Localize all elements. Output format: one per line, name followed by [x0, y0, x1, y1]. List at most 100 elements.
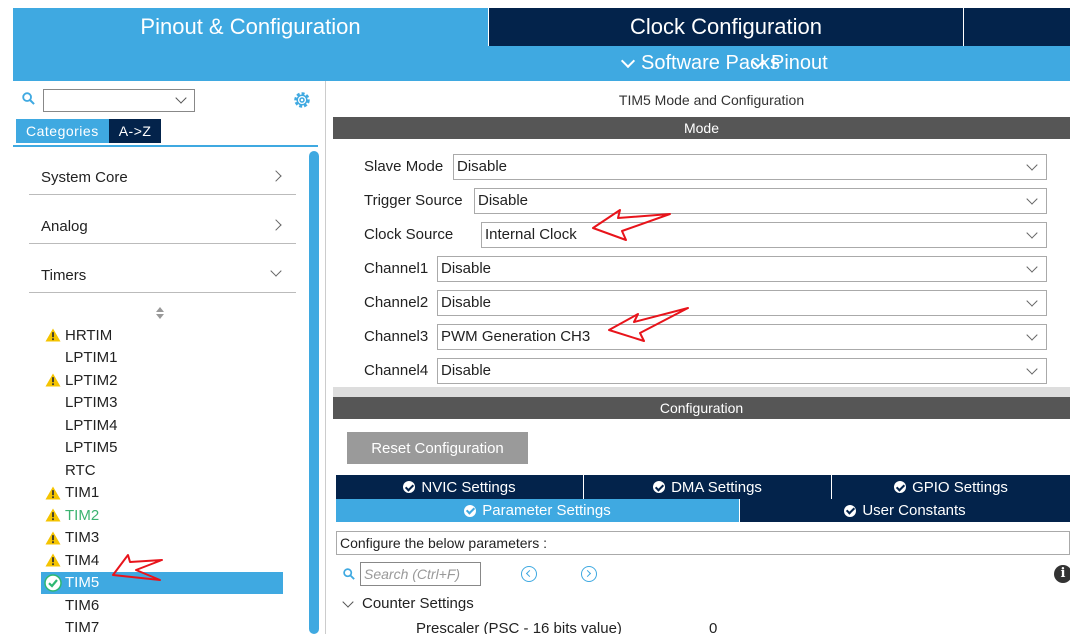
prescaler-value[interactable]: 0 [709, 620, 717, 634]
parameter-search-input[interactable]: Search (Ctrl+F) [360, 562, 481, 586]
counter-settings-group[interactable]: Counter Settings [341, 595, 474, 612]
right-panel: TIM5 Mode and Configuration Mode Slave M… [333, 81, 1070, 634]
channel4-select[interactable]: Disable [437, 358, 1047, 384]
pinout-menu[interactable]: Pinout [750, 52, 828, 75]
chevron-down-icon [270, 265, 282, 277]
scrollbar[interactable] [309, 151, 319, 634]
timer-item-lptim3[interactable]: LPTIM3 [41, 392, 283, 415]
clock-source-select[interactable]: Internal Clock [481, 222, 1047, 248]
search-combo[interactable] [43, 89, 195, 112]
tabs-row-2: Parameter Settings User Constants [336, 499, 1070, 522]
tab-extra[interactable] [963, 8, 1070, 46]
timer-item-lptim1[interactable]: LPTIM1 [41, 347, 283, 370]
timer-list: HRTIM LPTIM1 LPTIM2 LPTIM3 LPTIM4 LPTIM5 RTC TI… [41, 324, 283, 634]
warning-icon [41, 369, 65, 391]
warning-icon [41, 504, 65, 526]
chevron-down-icon [1026, 159, 1038, 171]
tab-a-z[interactable]: A->Z [108, 119, 162, 143]
timer-name: TIM7 [65, 619, 100, 634]
chevron-down-icon [1026, 261, 1038, 273]
blank-icon [41, 437, 65, 459]
category-timers[interactable]: Timers [29, 245, 296, 293]
parameter-search-row: Search (Ctrl+F) i [341, 561, 1070, 589]
tab-nvic-settings[interactable]: NVIC Settings [336, 475, 584, 499]
previous-result-icon[interactable] [521, 566, 537, 582]
slave-mode-select[interactable]: Disable [453, 154, 1047, 180]
search-row [13, 87, 326, 113]
chevron-down-icon [1026, 363, 1038, 375]
timer-item-tim2[interactable]: TIM2 [41, 504, 283, 527]
chevron-down-icon [620, 53, 636, 68]
timer-name: TIM4 [65, 551, 100, 569]
tab-user-constants[interactable]: User Constants [740, 499, 1070, 522]
gear-icon[interactable] [292, 90, 312, 110]
timer-item-lptim2[interactable]: LPTIM2 [41, 369, 283, 392]
mode-area: Slave Mode Disable Trigger Source Disabl… [333, 139, 1070, 387]
top-tabs: Pinout & Configuration Clock Configurati… [13, 8, 1070, 46]
timer-item-tim4[interactable]: TIM4 [41, 549, 283, 572]
blank-icon [41, 347, 65, 369]
timer-item-rtc[interactable]: RTC [41, 459, 283, 482]
sort-icon[interactable] [155, 306, 165, 320]
timer-item-hrtim[interactable]: HRTIM [41, 324, 283, 347]
info-icon[interactable]: i [1054, 565, 1070, 583]
tab-pinout-configuration[interactable]: Pinout & Configuration [13, 8, 488, 46]
timer-name: LPTIM2 [65, 371, 118, 389]
configuration-header: Configuration [333, 397, 1070, 419]
category-analog[interactable]: Analog [29, 196, 296, 244]
channel1-select[interactable]: Disable [437, 256, 1047, 282]
timer-item-tim6[interactable]: TIM6 [41, 594, 283, 617]
timer-item-tim7[interactable]: TIM7 [41, 617, 283, 634]
left-panel: Categories A->Z System Core Analog Timer… [13, 81, 326, 634]
chevron-down-icon [1026, 295, 1038, 307]
tab-dma-settings[interactable]: DMA Settings [584, 475, 832, 499]
warning-icon [41, 527, 65, 549]
timer-item-tim3[interactable]: TIM3 [41, 527, 283, 550]
mode-row-slave-mode: Slave Mode Disable [364, 153, 1047, 180]
blank-icon [41, 594, 65, 616]
timer-name: LPTIM3 [65, 394, 118, 412]
channel2-select[interactable]: Disable [437, 290, 1047, 316]
timer-item-lptim4[interactable]: LPTIM4 [41, 414, 283, 437]
mode-row-channel2: Channel2 Disable [364, 289, 1047, 316]
chevron-down-icon [342, 595, 354, 608]
tab-parameter-settings[interactable]: Parameter Settings [336, 499, 740, 522]
channel3-select[interactable]: PWM Generation CH3 [437, 324, 1047, 350]
search-icon [343, 568, 355, 580]
mode-row-channel3: Channel3 PWM Generation CH3 [364, 323, 1047, 350]
splitter[interactable] [333, 387, 1070, 397]
panel-title: TIM5 Mode and Configuration [618, 92, 805, 108]
timer-item-lptim5[interactable]: LPTIM5 [41, 437, 283, 460]
chevron-down-icon [750, 53, 766, 68]
check-circle-icon [844, 504, 857, 517]
check-circle-icon [403, 481, 416, 493]
tab-clock-configuration[interactable]: Clock Configuration [488, 8, 963, 46]
blank-icon [41, 414, 65, 436]
mode-header: Mode [333, 117, 1070, 139]
timer-item-tim5[interactable]: TIM5 [41, 571, 283, 594]
search-icon [22, 92, 35, 105]
timer-name: LPTIM4 [65, 416, 118, 434]
chevron-down-icon [1026, 329, 1038, 341]
next-result-icon[interactable] [581, 566, 597, 582]
tab-categories[interactable]: Categories [16, 119, 109, 143]
tabs-row-1: NVIC Settings DMA Settings GPIO Settings [336, 475, 1070, 499]
configure-hint: Configure the below parameters : [336, 531, 1070, 555]
trigger-source-select[interactable]: Disable [474, 188, 1047, 214]
timer-name: RTC [65, 461, 96, 479]
timer-item-tim1[interactable]: TIM1 [41, 482, 283, 505]
warning-icon [41, 549, 65, 571]
chevron-down-icon [1026, 227, 1038, 239]
mode-row-channel1: Channel1 Disable [364, 255, 1047, 282]
category-system-core[interactable]: System Core [29, 147, 296, 195]
timer-name: TIM5 [65, 574, 100, 592]
timer-name: HRTIM [65, 326, 113, 344]
chevron-right-icon [270, 219, 282, 231]
category-tabs: Categories A->Z [16, 119, 162, 143]
mode-row-trigger-source: Trigger Source Disable [364, 187, 1047, 214]
sub-menu-bar: Software Packs Pinout [13, 46, 1070, 81]
tab-gpio-settings[interactable]: GPIO Settings [832, 475, 1070, 499]
mode-row-channel4: Channel4 Disable [364, 357, 1047, 384]
prescaler-label: Prescaler (PSC - 16 bits value) [416, 620, 622, 634]
reset-configuration-button[interactable]: Reset Configuration [347, 432, 528, 464]
